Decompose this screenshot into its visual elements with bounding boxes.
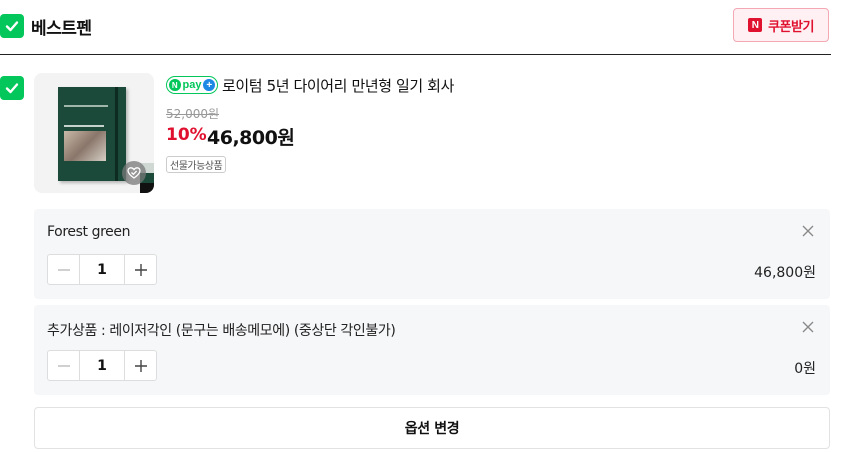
npay-n-icon: N bbox=[169, 79, 181, 91]
sale-price: 46,800원 bbox=[207, 127, 295, 149]
plus-icon bbox=[134, 359, 147, 372]
decrease-button[interactable] bbox=[48, 351, 79, 380]
npay-plus-badge: N pay + bbox=[166, 76, 218, 94]
header-divider bbox=[0, 54, 831, 55]
option-name: 추가상품 : 레이저각인 (문구는 배송메모에) (중상단 각인불가) bbox=[47, 323, 396, 339]
option-price: 46,800원 bbox=[754, 265, 816, 281]
increase-button[interactable] bbox=[125, 255, 156, 284]
option-name: Forest green bbox=[47, 224, 131, 240]
product-select-checkbox[interactable] bbox=[0, 76, 24, 100]
quantity-value[interactable]: 1 bbox=[79, 255, 125, 284]
product-thumbnail[interactable] bbox=[34, 73, 154, 193]
diary-image bbox=[58, 87, 126, 181]
minus-icon bbox=[57, 268, 70, 271]
coupon-label: 쿠폰받기 bbox=[768, 19, 814, 35]
product-title[interactable]: 로이텀 5년 다이어리 만년형 일기 회사 bbox=[222, 75, 454, 96]
close-icon[interactable] bbox=[800, 319, 816, 335]
decrease-button[interactable] bbox=[48, 255, 79, 284]
check-icon bbox=[5, 21, 19, 32]
option-item: 추가상품 : 레이저각인 (문구는 배송메모에) (중상단 각인불가) 1 0원 bbox=[34, 305, 830, 395]
npay-label: pay bbox=[182, 79, 202, 91]
quantity-stepper: 1 bbox=[47, 350, 157, 381]
naver-logo-icon: N bbox=[748, 18, 763, 32]
store-name[interactable]: 베스트펜 bbox=[31, 14, 92, 39]
heart-check-icon[interactable] bbox=[122, 161, 146, 185]
close-icon[interactable] bbox=[800, 223, 816, 239]
minus-icon bbox=[57, 364, 70, 367]
plus-badge-icon: + bbox=[203, 79, 215, 91]
discount-rate: 10% bbox=[166, 125, 207, 145]
store-select-checkbox[interactable] bbox=[0, 14, 24, 38]
increase-button[interactable] bbox=[125, 351, 156, 380]
plus-icon bbox=[134, 263, 147, 276]
gift-available-tag: 선물가능상품 bbox=[166, 156, 227, 173]
change-option-button[interactable]: 옵션 변경 bbox=[34, 407, 830, 449]
original-price: 52,000원 bbox=[166, 107, 220, 121]
check-icon bbox=[5, 83, 19, 94]
coupon-button[interactable]: N 쿠폰받기 bbox=[733, 8, 829, 42]
option-price: 0원 bbox=[794, 361, 816, 377]
option-item: Forest green 1 46,800원 bbox=[34, 209, 830, 299]
quantity-value[interactable]: 1 bbox=[79, 351, 125, 380]
quantity-stepper: 1 bbox=[47, 254, 157, 285]
